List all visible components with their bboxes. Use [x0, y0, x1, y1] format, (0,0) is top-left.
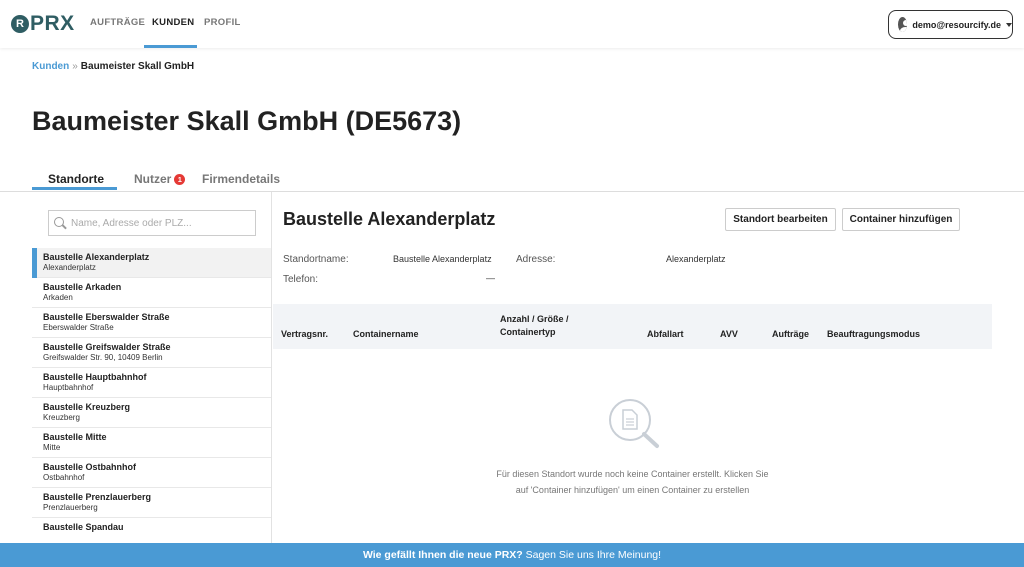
address-label: Adresse:: [516, 254, 556, 265]
tab-standorte[interactable]: Standorte: [48, 172, 104, 186]
user-avatar-icon: [898, 17, 908, 32]
site-sidebar: Baustelle Alexanderplatz Alexanderplatz …: [32, 192, 272, 543]
site-name-value: Baustelle Alexanderplatz: [393, 254, 492, 264]
site-list-item[interactable]: Baustelle Ostbahnhof Ostbahnhof: [32, 458, 271, 488]
site-name: Baustelle Eberswalder Straße: [43, 312, 170, 322]
site-address: Greifswalder Str. 90, 10409 Berlin: [43, 353, 163, 362]
site-detail-title: Baustelle Alexanderplatz: [283, 209, 496, 229]
caret-down-icon: [1006, 22, 1012, 27]
user-menu-button[interactable]: demo@resourcify.de: [888, 10, 1013, 39]
container-table-header: Vertragsnr. Containername Anzahl / Größe…: [273, 304, 992, 349]
site-search-input[interactable]: [71, 217, 251, 229]
site-list-item[interactable]: Baustelle Arkaden Arkaden: [32, 278, 271, 308]
column-vertragsnr[interactable]: Vertragsnr.: [281, 328, 328, 341]
nav-active-indicator: [144, 45, 197, 48]
site-list-item[interactable]: Baustelle Kreuzberg Kreuzberg: [32, 398, 271, 428]
user-email: demo@resourcify.de: [912, 19, 1001, 30]
breadcrumb: Kunden» Baumeister Skall GmbH: [32, 61, 194, 72]
site-list-item[interactable]: Baustelle Mitte Mitte: [32, 428, 271, 458]
site-name: Baustelle Prenzlauerberg: [43, 492, 152, 502]
site-address: Eberswalder Straße: [43, 323, 114, 332]
tab-active-indicator: [32, 187, 117, 190]
site-search: [48, 210, 256, 236]
tab-firmendetails[interactable]: Firmendetails: [202, 172, 280, 186]
site-address: Hauptbahnhof: [43, 383, 94, 392]
site-list-item[interactable]: Baustelle Hauptbahnhof Hauptbahnhof: [32, 368, 271, 398]
add-container-button[interactable]: Container hinzufügen: [842, 208, 960, 231]
site-list-item[interactable]: Baustelle Spandau: [32, 518, 271, 543]
site-name: Baustelle Ostbahnhof: [43, 462, 137, 472]
breadcrumb-current: Baumeister Skall GmbH: [80, 61, 195, 72]
empty-state-message: Für diesen Standort wurde noch keine Con…: [480, 466, 785, 498]
site-name-label: Standortname:: [283, 254, 349, 265]
logo-icon: R: [11, 15, 29, 33]
site-list-item[interactable]: Baustelle Greifswalder Straße Greifswald…: [32, 338, 271, 368]
site-name: Baustelle Greifswalder Straße: [43, 342, 171, 352]
search-icon: [54, 217, 66, 229]
site-list: Baustelle Alexanderplatz Alexanderplatz …: [32, 248, 271, 543]
column-containername[interactable]: Containername: [353, 328, 419, 341]
site-address: Kreuzberg: [43, 413, 80, 422]
feedback-cta-link[interactable]: Sagen Sie uns Ihre Meinung!: [526, 549, 661, 561]
column-anzahl-groesse-typ[interactable]: Anzahl / Größe / Containertyp: [500, 313, 610, 339]
site-list-item[interactable]: Baustelle Alexanderplatz Alexanderplatz: [32, 248, 271, 278]
phone-label: Telefon:: [283, 274, 319, 285]
site-address: Prenzlauerberg: [43, 503, 98, 512]
site-address: Alexanderplatz: [43, 263, 96, 272]
site-address: Arkaden: [43, 293, 73, 302]
tab-nutzer-label: Nutzer: [134, 172, 172, 186]
app-logo[interactable]: R PRX: [11, 12, 75, 35]
edit-site-button[interactable]: Standort bearbeiten: [725, 208, 836, 231]
site-name: Baustelle Hauptbahnhof: [43, 372, 147, 382]
site-name: Baustelle Spandau: [43, 522, 124, 532]
empty-state-line-2: auf 'Container hinzufügen' um einen Cont…: [515, 485, 750, 495]
site-name: Baustelle Alexanderplatz: [43, 252, 150, 262]
breadcrumb-separator: »: [72, 61, 78, 72]
column-beauftragungsmodus[interactable]: Beauftragungsmodus: [827, 328, 920, 341]
feedback-question: Wie gefällt Ihnen die neue PRX?: [362, 549, 523, 561]
breadcrumb-kunden-link[interactable]: Kunden: [32, 61, 69, 72]
site-name: Baustelle Kreuzberg: [43, 402, 131, 412]
phone-value: —: [486, 273, 495, 283]
column-avv[interactable]: AVV: [720, 328, 738, 341]
nav-kunden[interactable]: KUNDEN: [152, 17, 194, 28]
site-list-item[interactable]: Baustelle Eberswalder Straße Eberswalder…: [32, 308, 271, 338]
column-auftraege[interactable]: Aufträge: [772, 328, 809, 341]
address-value: Alexanderplatz: [666, 254, 726, 264]
empty-document-search-icon: [609, 399, 659, 448]
site-address: Mitte: [43, 443, 61, 452]
tab-nutzer[interactable]: Nutzer 1: [134, 172, 186, 186]
top-navbar: R PRX AUFTRÄGE KUNDEN PROFIL demo@resour…: [0, 0, 1024, 48]
empty-state-line-1: Für diesen Standort wurde noch keine Con…: [496, 469, 769, 479]
logo-text: PRX: [30, 12, 75, 35]
tab-nutzer-badge: 1: [174, 174, 186, 185]
feedback-banner[interactable]: Wie gefällt Ihnen die neue PRX? Sagen Si…: [0, 543, 1024, 567]
site-name: Baustelle Arkaden: [43, 282, 122, 292]
site-name: Baustelle Mitte: [43, 432, 107, 442]
site-list-item[interactable]: Baustelle Prenzlauerberg Prenzlauerberg: [32, 488, 271, 518]
site-address: Ostbahnhof: [43, 473, 85, 482]
nav-profil[interactable]: PROFIL: [204, 17, 241, 28]
nav-auftraege[interactable]: AUFTRÄGE: [90, 17, 145, 28]
column-abfallart[interactable]: Abfallart: [647, 328, 684, 341]
page-title: Baumeister Skall GmbH (DE5673): [32, 106, 462, 136]
